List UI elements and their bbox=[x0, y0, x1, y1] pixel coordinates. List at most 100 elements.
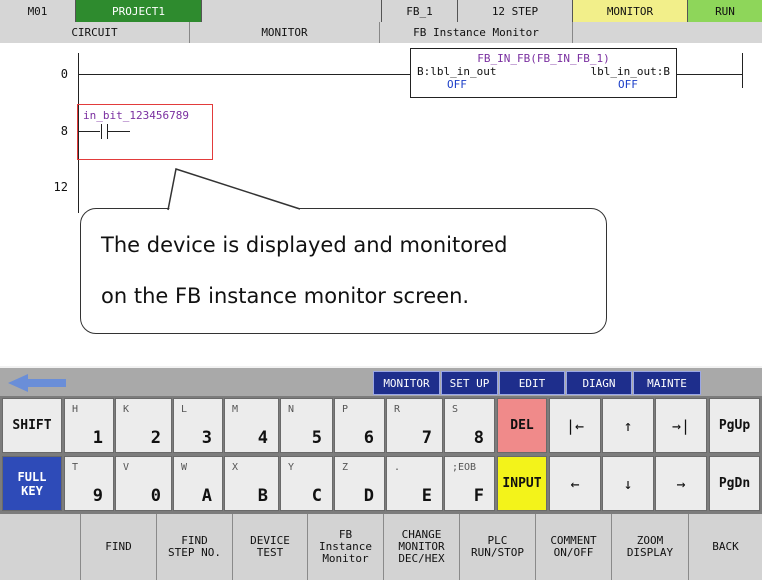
key-e[interactable]: .E bbox=[386, 456, 443, 511]
key-6-main: 6 bbox=[363, 428, 374, 448]
arrow-left-icon bbox=[8, 374, 66, 392]
pgdn-key[interactable]: PgDn bbox=[709, 456, 760, 511]
shift-key[interactable]: SHIFT bbox=[2, 398, 62, 453]
fb-instance-monitor-label: FB Instance Monitor bbox=[380, 22, 573, 43]
callout-line-2: on the FB instance monitor screen. bbox=[101, 284, 470, 308]
blank-cell bbox=[202, 0, 382, 22]
back-button[interactable]: BACK bbox=[689, 514, 762, 580]
callout-pointer bbox=[167, 168, 301, 217]
step-number-0: 0 bbox=[60, 67, 68, 81]
key-d[interactable]: ZD bbox=[334, 456, 385, 511]
fb-block-title: FB_IN_FB(FB_IN_FB_1) bbox=[477, 52, 610, 65]
key-7[interactable]: R7 bbox=[386, 398, 443, 453]
plc-run-stop-button[interactable]: PLC RUN/STOP bbox=[460, 514, 536, 580]
fb-output-value: OFF bbox=[618, 78, 638, 91]
fb-output-label: lbl_in_out:B bbox=[590, 65, 670, 78]
key-8-alt: S bbox=[452, 404, 459, 415]
circuit-label: CIRCUIT bbox=[0, 22, 190, 43]
callout-line-1: The device is displayed and monitored bbox=[101, 233, 508, 257]
fb-instance-monitor-button[interactable]: FB Instance Monitor bbox=[308, 514, 384, 580]
key-9[interactable]: T9 bbox=[64, 456, 114, 511]
key-2[interactable]: K2 bbox=[115, 398, 172, 453]
key-f-main: F bbox=[473, 486, 484, 506]
key-b-alt: X bbox=[232, 462, 239, 473]
zoom-display-button[interactable]: ZOOM DISPLAY bbox=[612, 514, 689, 580]
key-a[interactable]: WA bbox=[173, 456, 223, 511]
tab-monitor[interactable]: MONITOR bbox=[373, 371, 440, 395]
change-monitor-button[interactable]: CHANGE MONITOR DEC/HEX bbox=[384, 514, 460, 580]
tab-edit[interactable]: EDIT bbox=[499, 371, 565, 395]
key-a-alt: W bbox=[181, 462, 188, 473]
key-8-main: 8 bbox=[473, 428, 484, 448]
key-9-alt: T bbox=[72, 462, 79, 473]
fb-input-label: B:lbl_in_out bbox=[417, 65, 497, 78]
input-key[interactable]: INPUT bbox=[497, 456, 547, 511]
key-0[interactable]: V0 bbox=[115, 456, 172, 511]
key-7-alt: R bbox=[394, 404, 401, 415]
arrow-right-key[interactable]: → bbox=[655, 456, 707, 511]
key-0-alt: V bbox=[123, 462, 130, 473]
device-test-button[interactable]: DEVICE TEST bbox=[233, 514, 308, 580]
arrow-left-key[interactable]: ← bbox=[549, 456, 601, 511]
key-6[interactable]: P6 bbox=[334, 398, 385, 453]
key-2-alt: K bbox=[123, 404, 130, 415]
fb-block[interactable]: FB_IN_FB(FB_IN_FB_1) B:lbl_in_out lbl_in… bbox=[410, 48, 677, 98]
arrow-up-key[interactable]: ↑ bbox=[602, 398, 654, 453]
key-3-main: 3 bbox=[201, 428, 212, 448]
arrow-down-key[interactable]: ↓ bbox=[602, 456, 654, 511]
right-power-rail bbox=[742, 53, 743, 88]
key-4-main: 4 bbox=[257, 428, 268, 448]
contact-left-bar bbox=[101, 124, 102, 139]
key-c-main: C bbox=[311, 486, 322, 506]
key-f-alt: ;EOB bbox=[452, 462, 477, 473]
rung-8-right-wire bbox=[108, 131, 130, 132]
step-count: 12 STEP bbox=[458, 0, 573, 22]
key-5-main: 5 bbox=[311, 428, 322, 448]
key-e-main: E bbox=[421, 486, 432, 506]
tab-mainte[interactable]: MAINTE bbox=[633, 371, 701, 395]
find-button[interactable]: FIND bbox=[81, 514, 157, 580]
key-3[interactable]: L3 bbox=[173, 398, 223, 453]
key-d-main: D bbox=[363, 486, 374, 506]
rung-0-left-wire bbox=[78, 74, 410, 75]
key-6-alt: P bbox=[342, 404, 349, 415]
run-state-badge: RUN bbox=[688, 0, 762, 22]
step-number-8: 8 bbox=[60, 124, 68, 138]
key-9-main: 9 bbox=[92, 486, 103, 506]
key-d-alt: Z bbox=[342, 462, 349, 473]
del-key[interactable]: DEL bbox=[497, 398, 547, 453]
key-c-alt: Y bbox=[288, 462, 295, 473]
key-0-main: 0 bbox=[150, 486, 161, 506]
rung-8-left-wire bbox=[78, 131, 100, 132]
rung-0-right-wire bbox=[677, 74, 742, 75]
key-5-alt: N bbox=[288, 404, 295, 415]
key-3-alt: L bbox=[181, 404, 188, 415]
tab-setup[interactable]: SET UP bbox=[441, 371, 498, 395]
monitor-label: MONITOR bbox=[190, 22, 380, 43]
key-8[interactable]: S8 bbox=[444, 398, 495, 453]
key-1[interactable]: H1 bbox=[64, 398, 114, 453]
back-arrow-button[interactable] bbox=[4, 371, 70, 395]
project-name: PROJECT1 bbox=[76, 0, 202, 22]
pgup-key[interactable]: PgUp bbox=[709, 398, 760, 453]
callout-box bbox=[80, 208, 607, 334]
key-7-main: 7 bbox=[421, 428, 432, 448]
home-key[interactable]: |← bbox=[549, 398, 601, 453]
key-f[interactable]: ;EOB F bbox=[444, 456, 495, 511]
find-step-button[interactable]: FIND STEP NO. bbox=[157, 514, 233, 580]
end-key[interactable]: →| bbox=[655, 398, 707, 453]
key-1-alt: H bbox=[72, 404, 79, 415]
full-key-button[interactable]: FULL KEY bbox=[2, 456, 62, 511]
fb-input-value: OFF bbox=[447, 78, 467, 91]
key-4[interactable]: M4 bbox=[224, 398, 279, 453]
station-label: M01 bbox=[0, 0, 76, 22]
key-4-alt: M bbox=[232, 404, 239, 415]
ladder-area[interactable]: 0 8 12 FB_IN_FB(FB_IN_FB_1) B:lbl_in_out… bbox=[0, 43, 762, 366]
key-c[interactable]: YC bbox=[280, 456, 333, 511]
key-5[interactable]: N5 bbox=[280, 398, 333, 453]
key-b[interactable]: XB bbox=[224, 456, 279, 511]
comment-toggle-button[interactable]: COMMENT ON/OFF bbox=[536, 514, 612, 580]
function-blank bbox=[0, 514, 81, 580]
tab-diagn[interactable]: DIAGN bbox=[566, 371, 632, 395]
key-a-main: A bbox=[201, 486, 212, 506]
